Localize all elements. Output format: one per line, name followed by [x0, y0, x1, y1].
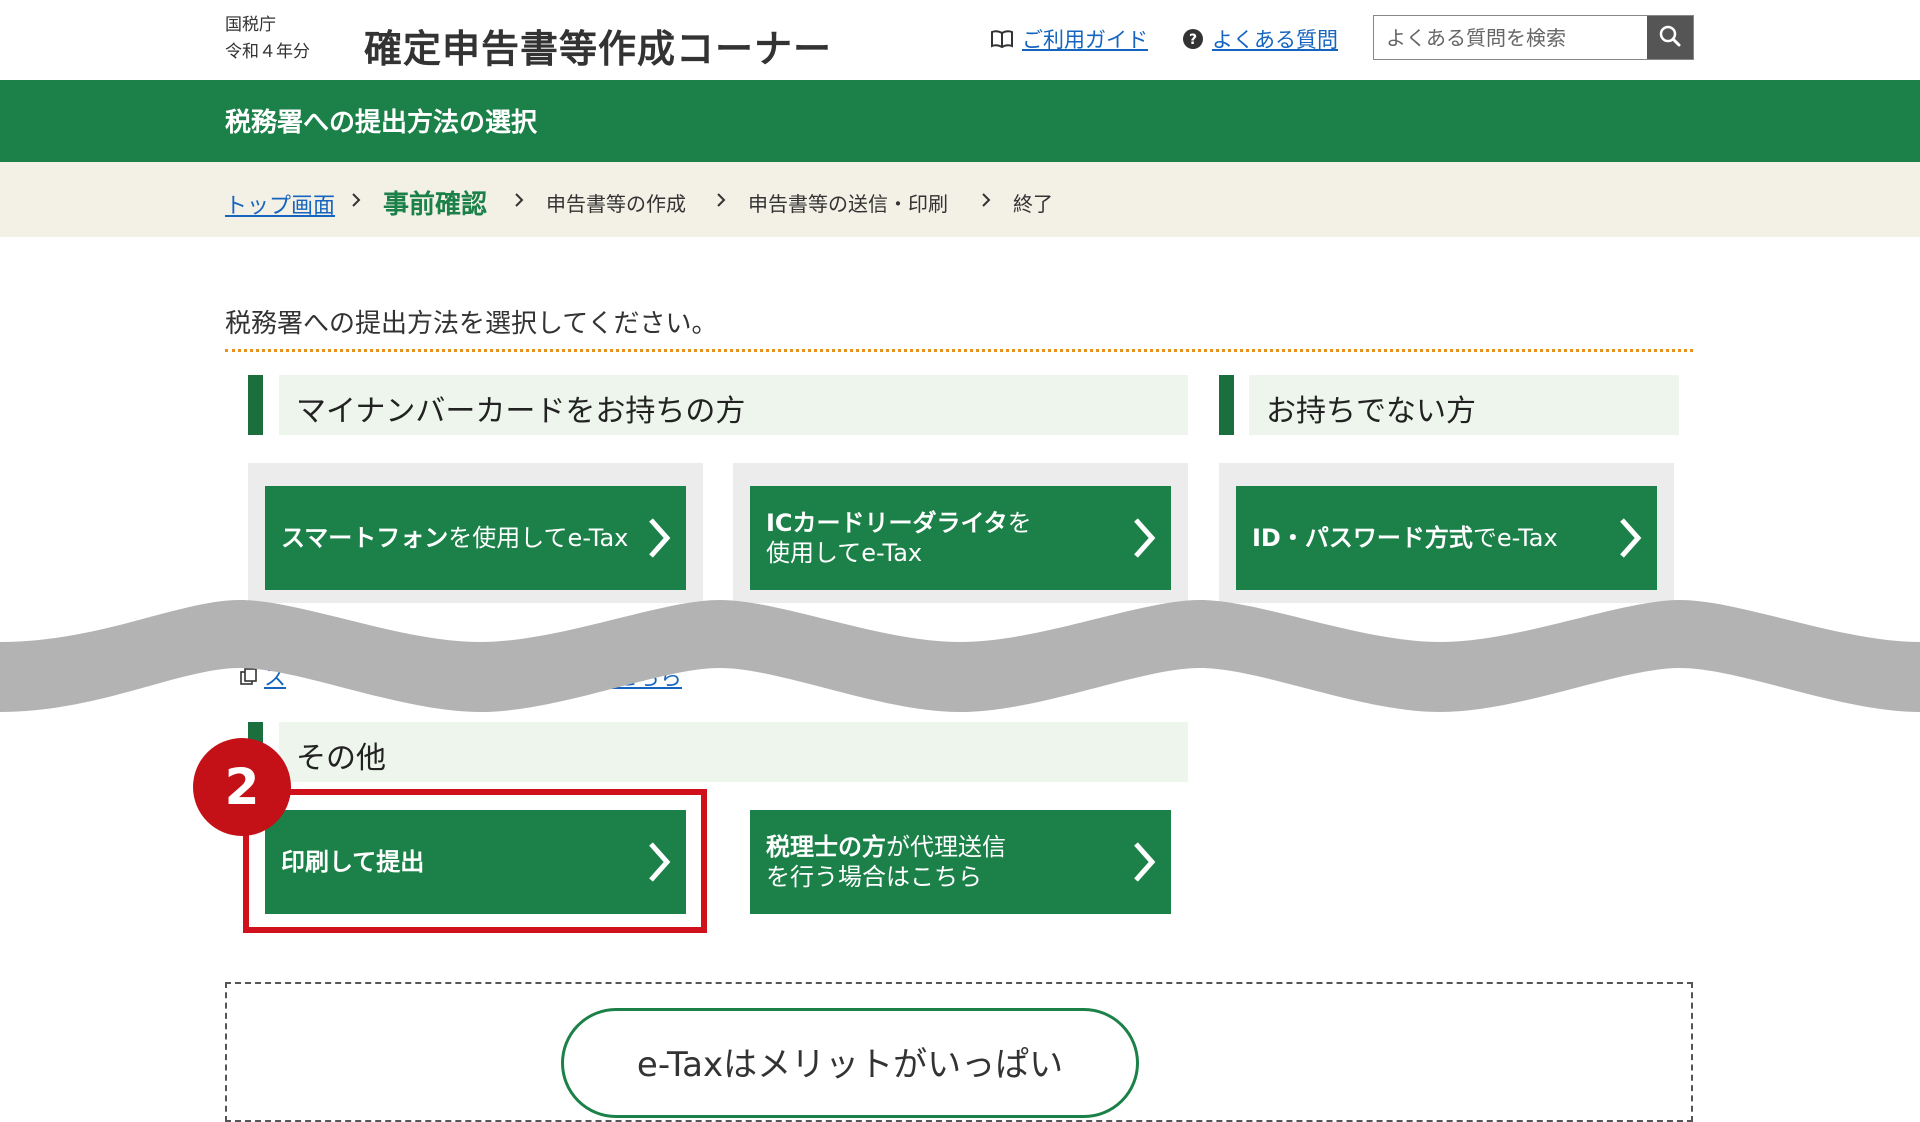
omission-wave: [0, 600, 1920, 712]
idpassword-etax-button[interactable]: ID・パスワード方式でe-Tax: [1236, 486, 1657, 590]
print-submit-button[interactable]: 印刷して提出: [265, 810, 686, 914]
button-label: を使用してe-Tax: [448, 524, 629, 552]
chevron-right-icon: [513, 192, 525, 212]
faq-search: [1373, 15, 1694, 60]
button-label-bold: ID・パスワード方式: [1252, 524, 1473, 552]
breadcrumb-step-finish: 終了: [1013, 192, 1053, 216]
smartphone-etax-button[interactable]: スマートフォンを使用してe-Tax: [265, 486, 686, 590]
breadcrumb-step-create: 申告書等の作成: [546, 192, 686, 216]
step-number-badge: 2: [193, 738, 291, 836]
faq-search-input[interactable]: [1374, 16, 1647, 59]
agency-name: 国税庁: [225, 15, 276, 35]
chevron-right-icon: [1617, 516, 1643, 560]
chevron-right-icon: [646, 516, 672, 560]
dotted-divider: [225, 349, 1693, 352]
section-title-nocard: お持ちでない方: [1266, 394, 1476, 429]
section-accent-bar: [1219, 375, 1234, 435]
chevron-right-icon: [715, 192, 727, 212]
section-accent-bar: [248, 375, 263, 435]
chevron-right-icon: [350, 192, 362, 212]
button-label-bold: スマートフォン: [281, 524, 449, 552]
button-label-bold: 印刷して提出: [281, 848, 425, 876]
section-title-mynumber: マイナンバーカードをお持ちの方: [296, 394, 746, 429]
button-label: でe-Tax: [1472, 524, 1558, 552]
section-title-other: その他: [296, 741, 386, 776]
book-icon: [990, 29, 1014, 49]
button-label: 使用してe-Tax: [766, 539, 923, 567]
agency-label: 国税庁 令和４年分: [225, 12, 310, 66]
tax-accountant-proxy-button[interactable]: 税理士の方が代理送信 を行う場合はこちら: [750, 810, 1171, 914]
breadcrumb-top-link[interactable]: トップ画面: [225, 188, 335, 220]
page-title: 税務署への提出方法の選択: [225, 108, 538, 138]
instruction-text: 税務署への提出方法を選択してください。: [225, 309, 718, 339]
site-title: 確定申告書等作成コーナー: [364, 27, 833, 71]
guide-link-label: ご利用ガイド: [1022, 28, 1148, 52]
button-label: を行う場合はこちら: [766, 863, 982, 891]
section-header-other: [279, 722, 1188, 782]
breadcrumb-current: 事前確認: [383, 190, 488, 220]
button-label: を: [1007, 509, 1032, 537]
etax-benefits-button[interactable]: e-Taxはメリットがいっぱい: [561, 1008, 1139, 1118]
faq-link-label: よくある質問: [1212, 28, 1338, 52]
tax-year: 令和４年分: [225, 42, 310, 62]
search-icon: [1658, 24, 1682, 52]
chevron-right-icon: [980, 192, 992, 212]
button-label-bold: ICカードリーダライタ: [766, 509, 1008, 537]
breadcrumb-step-send: 申告書等の送信・印刷: [748, 192, 948, 216]
chevron-right-icon: [646, 840, 672, 884]
question-icon: ?: [1182, 28, 1204, 50]
chevron-right-icon: [1131, 516, 1157, 560]
button-label-bold: 税理士の方: [766, 833, 886, 861]
button-label: が代理送信: [886, 833, 1006, 861]
icreader-etax-button[interactable]: ICカードリーダライタを使用してe-Tax: [750, 486, 1171, 590]
etax-benefits-label: e-Taxはメリットがいっぱい: [636, 1045, 1064, 1085]
search-button[interactable]: [1647, 16, 1693, 59]
guide-link[interactable]: ご利用ガイド: [990, 24, 1148, 54]
svg-text:?: ?: [1189, 32, 1197, 48]
chevron-right-icon: [1131, 840, 1157, 884]
faq-link[interactable]: ? よくある質問: [1182, 24, 1338, 54]
